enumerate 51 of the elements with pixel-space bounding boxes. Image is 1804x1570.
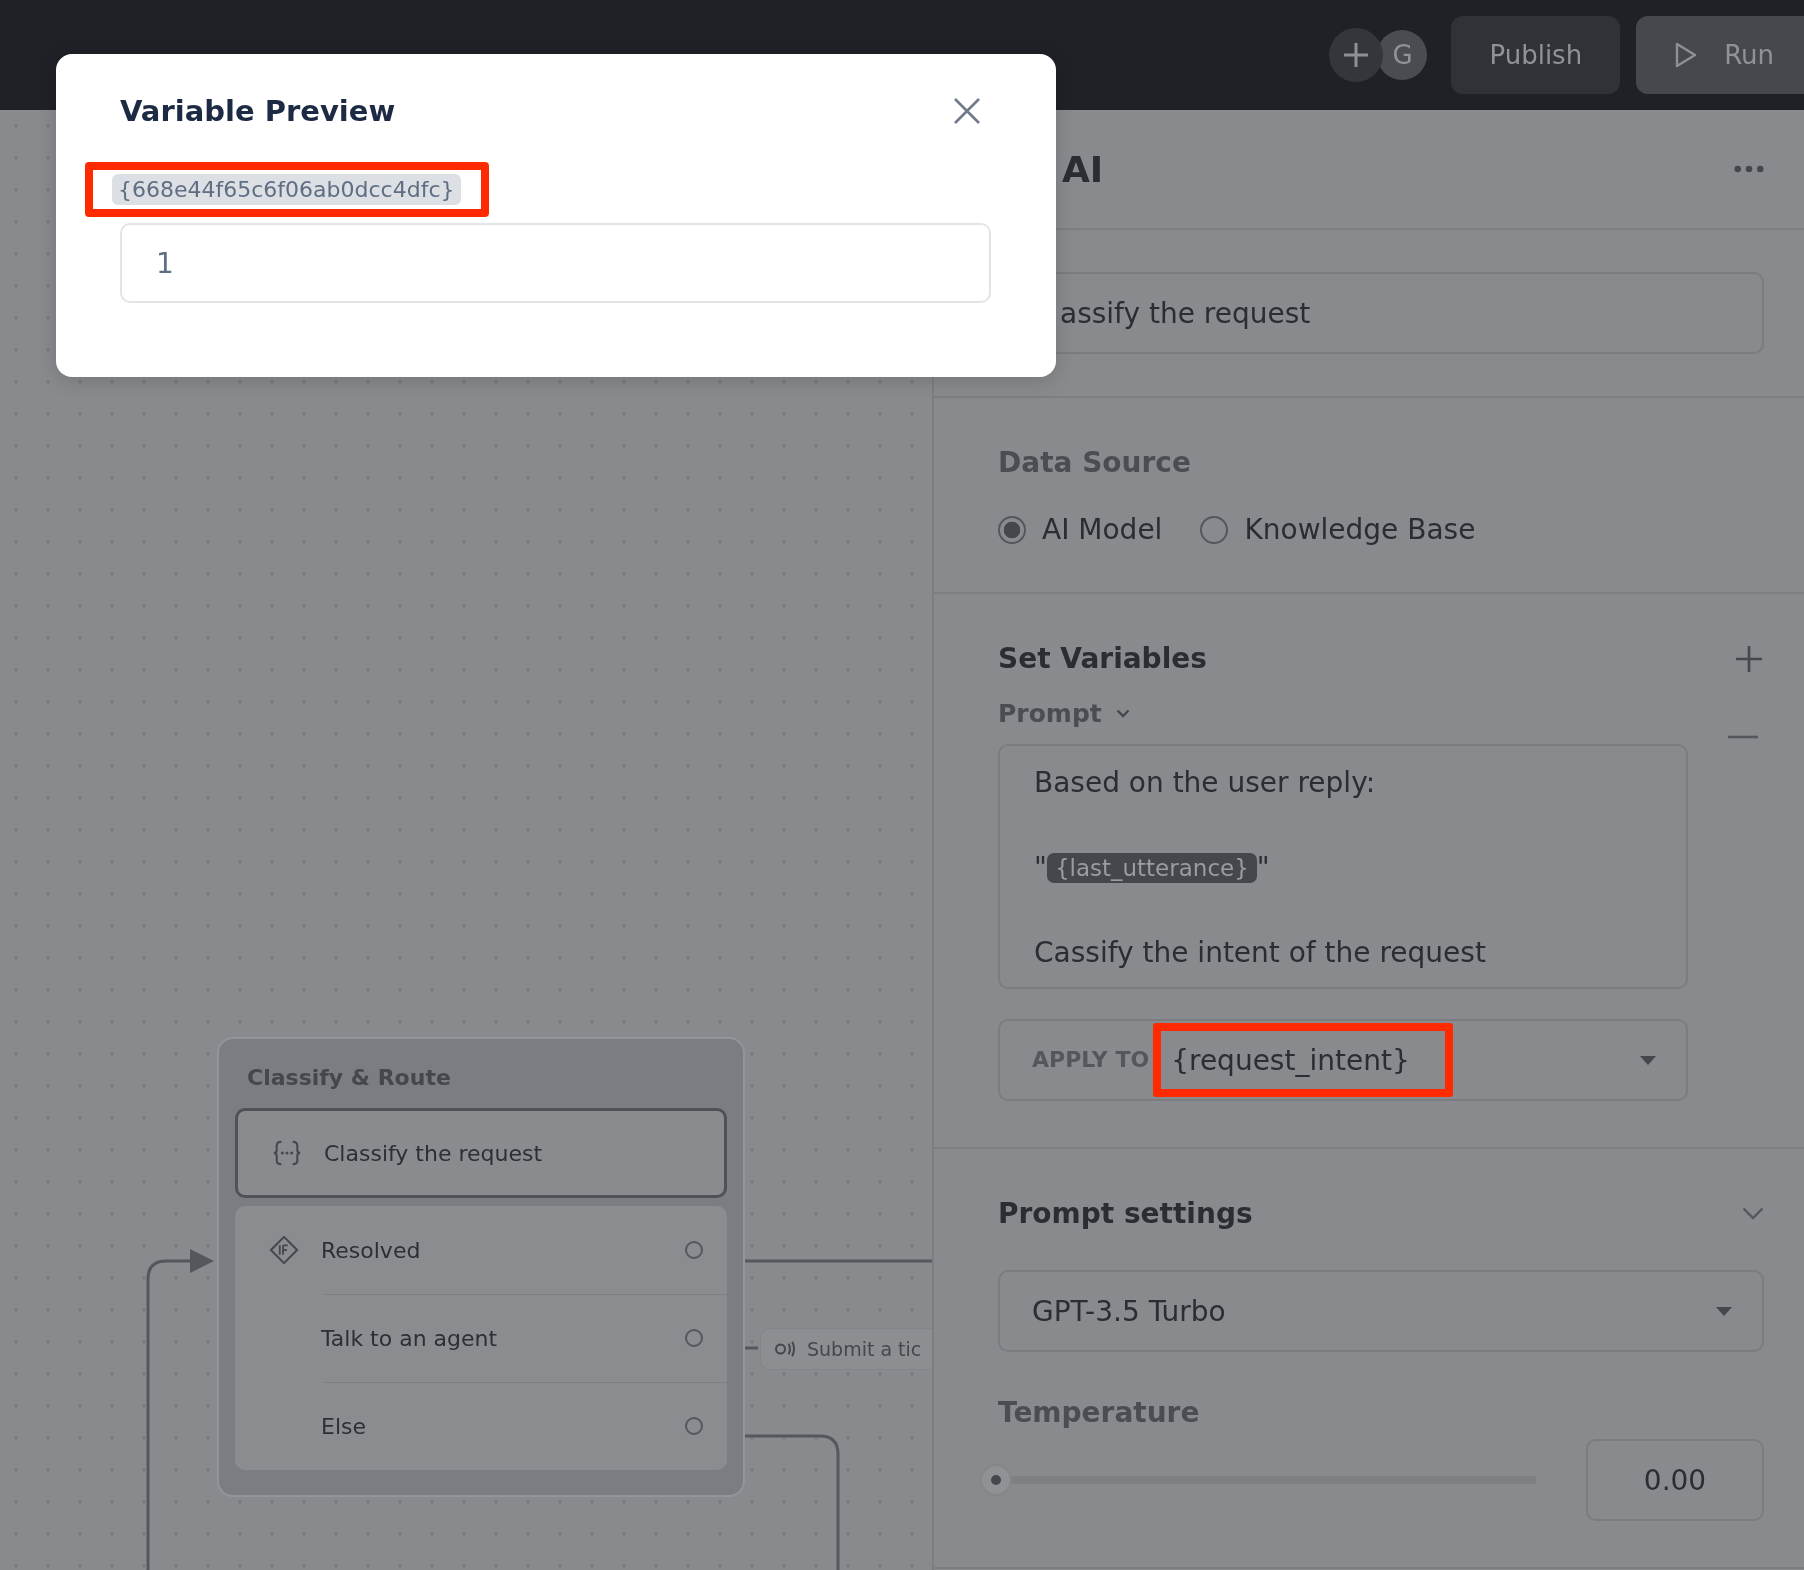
- close-icon[interactable]: [953, 97, 981, 125]
- temperature-field[interactable]: 0.00: [1586, 1439, 1764, 1521]
- broadcast-icon: [773, 1340, 797, 1358]
- output-port[interactable]: [685, 1329, 703, 1347]
- chevron-down-icon: [1115, 709, 1130, 718]
- prompt-text: ": [1256, 851, 1270, 884]
- add-icon[interactable]: [1329, 28, 1384, 82]
- publish-button[interactable]: Publish: [1451, 16, 1621, 94]
- section-title: Data Source: [998, 446, 1192, 479]
- panel-title: AI: [1062, 148, 1104, 190]
- step-label: Classify the request: [324, 1140, 543, 1166]
- slider-thumb[interactable]: [982, 1466, 1010, 1494]
- prompt-text: Cassify the intent of the request: [1034, 936, 1486, 969]
- chevron-down-icon[interactable]: [1742, 1207, 1764, 1220]
- output-port[interactable]: [685, 1241, 703, 1259]
- section-title: Prompt settings: [998, 1197, 1253, 1230]
- prompt-text: Based on the user reply:: [1034, 766, 1376, 799]
- section-title: Set Variables: [998, 642, 1207, 675]
- variable-tag: {last_utterance}: [1046, 852, 1257, 883]
- prompt-dropdown[interactable]: Prompt: [998, 699, 1130, 728]
- caret-icon: [1640, 1055, 1656, 1065]
- output-port[interactable]: [685, 1417, 703, 1435]
- group-title: Classify & Route: [246, 1064, 452, 1092]
- step-chip[interactable]: Submit a tic: [760, 1328, 932, 1370]
- condition-label: Else: [321, 1413, 367, 1439]
- caret-icon: [1716, 1306, 1732, 1316]
- step-card[interactable]: Classify the request: [235, 1108, 727, 1198]
- radio-button[interactable]: [998, 515, 1026, 544]
- radio-label[interactable]: AI Model: [1042, 513, 1163, 546]
- prompt-text: ": [1034, 851, 1047, 884]
- radio-label[interactable]: Knowledge Base: [1244, 513, 1476, 546]
- play-icon: [1674, 41, 1699, 69]
- dialog-title: Variable Preview: [120, 94, 396, 128]
- braces-icon: [272, 1138, 302, 1168]
- run-button[interactable]: Run: [1636, 16, 1804, 94]
- condition-label: Talk to an agent: [321, 1325, 499, 1351]
- condition-label: Resolved: [321, 1237, 422, 1263]
- minus-icon[interactable]: [1728, 735, 1758, 739]
- model-value: GPT-3.5 Turbo: [1032, 1294, 1226, 1328]
- run-label: Run: [1724, 40, 1774, 70]
- prompt-editor[interactable]: Based on the user reply: " {last_utterance} " Cassify the intent of the request: [998, 744, 1688, 989]
- value-field[interactable]: 1: [120, 223, 991, 303]
- radio-button[interactable]: [1200, 515, 1229, 544]
- node-group[interactable]: Classify & Route Classify the request Resolved Talk to an agent Else: [217, 1037, 745, 1497]
- if-diamond-icon: [269, 1235, 299, 1265]
- model-dropdown[interactable]: GPT-3.5 Turbo: [998, 1270, 1764, 1352]
- temperature-label: Temperature: [998, 1396, 1201, 1429]
- chip-label: Submit a tic: [807, 1338, 922, 1360]
- variable-value: {request_intent}: [1153, 1023, 1454, 1097]
- plus-icon[interactable]: [1734, 643, 1764, 674]
- variable-tag: {668e44f65c6f06ab0dcc4dfc}: [112, 174, 461, 205]
